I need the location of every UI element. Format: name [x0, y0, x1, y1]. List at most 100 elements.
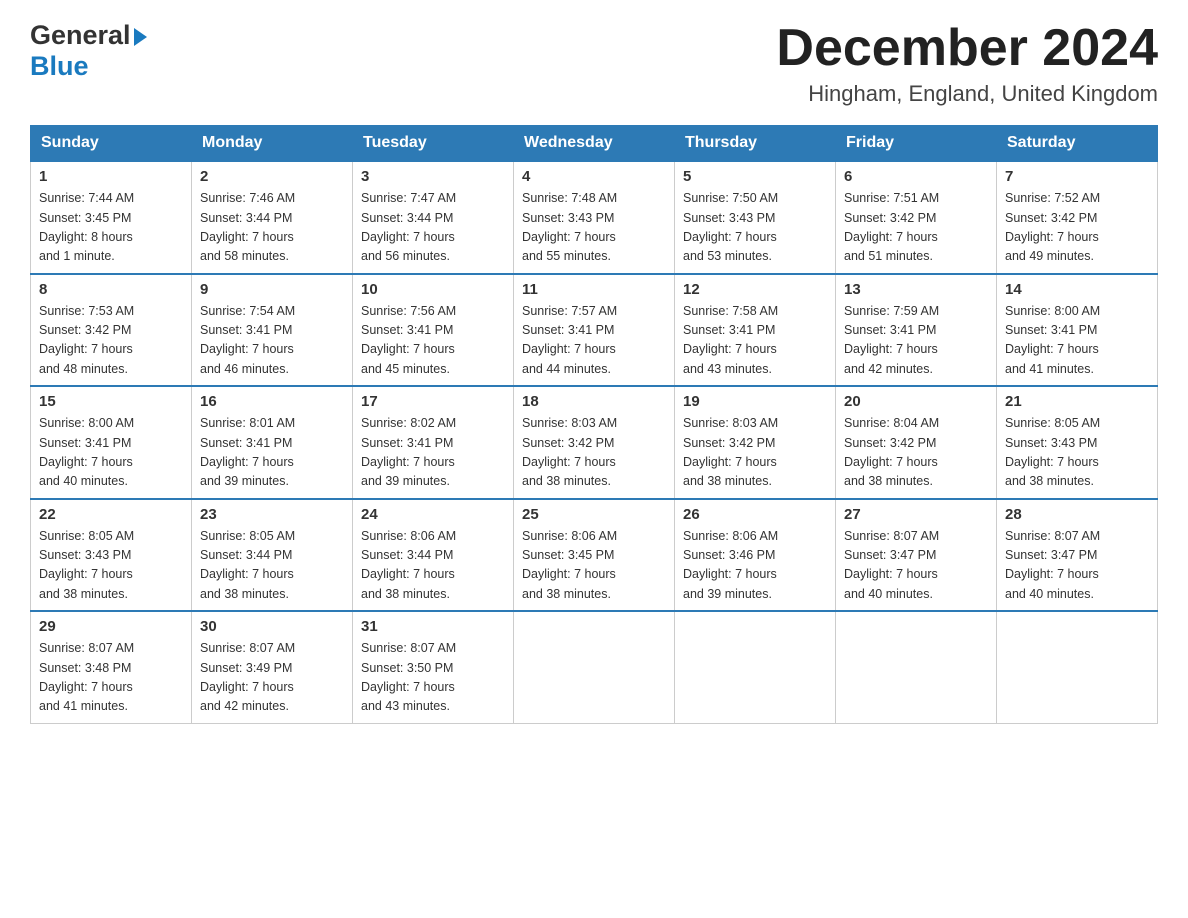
day-number: 5 [683, 168, 827, 185]
calendar-cell: 6 Sunrise: 7:51 AMSunset: 3:42 PMDayligh… [836, 161, 997, 274]
calendar-cell: 30 Sunrise: 8:07 AMSunset: 3:49 PMDaylig… [192, 611, 353, 723]
calendar-cell: 14 Sunrise: 8:00 AMSunset: 3:41 PMDaylig… [997, 274, 1158, 387]
calendar-cell: 21 Sunrise: 8:05 AMSunset: 3:43 PMDaylig… [997, 386, 1158, 499]
day-number: 8 [39, 281, 183, 298]
calendar-cell: 31 Sunrise: 8:07 AMSunset: 3:50 PMDaylig… [353, 611, 514, 723]
day-number: 3 [361, 168, 505, 185]
day-number: 10 [361, 281, 505, 298]
calendar-cell: 22 Sunrise: 8:05 AMSunset: 3:43 PMDaylig… [31, 499, 192, 612]
day-number: 11 [522, 281, 666, 298]
day-info: Sunrise: 8:06 AMSunset: 3:46 PMDaylight:… [683, 529, 778, 601]
day-number: 16 [200, 393, 344, 410]
day-info: Sunrise: 7:51 AMSunset: 3:42 PMDaylight:… [844, 191, 939, 263]
calendar-cell: 20 Sunrise: 8:04 AMSunset: 3:42 PMDaylig… [836, 386, 997, 499]
week-row-4: 22 Sunrise: 8:05 AMSunset: 3:43 PMDaylig… [31, 499, 1158, 612]
calendar-cell: 2 Sunrise: 7:46 AMSunset: 3:44 PMDayligh… [192, 161, 353, 274]
day-info: Sunrise: 7:58 AMSunset: 3:41 PMDaylight:… [683, 304, 778, 376]
calendar-cell: 11 Sunrise: 7:57 AMSunset: 3:41 PMDaylig… [514, 274, 675, 387]
week-row-3: 15 Sunrise: 8:00 AMSunset: 3:41 PMDaylig… [31, 386, 1158, 499]
day-info: Sunrise: 8:05 AMSunset: 3:44 PMDaylight:… [200, 529, 295, 601]
day-number: 23 [200, 506, 344, 523]
calendar-cell: 5 Sunrise: 7:50 AMSunset: 3:43 PMDayligh… [675, 161, 836, 274]
day-info: Sunrise: 8:06 AMSunset: 3:45 PMDaylight:… [522, 529, 617, 601]
day-number: 6 [844, 168, 988, 185]
day-number: 17 [361, 393, 505, 410]
day-info: Sunrise: 8:05 AMSunset: 3:43 PMDaylight:… [1005, 416, 1100, 488]
calendar-cell: 17 Sunrise: 8:02 AMSunset: 3:41 PMDaylig… [353, 386, 514, 499]
day-number: 20 [844, 393, 988, 410]
calendar-cell [675, 611, 836, 723]
calendar-cell: 25 Sunrise: 8:06 AMSunset: 3:45 PMDaylig… [514, 499, 675, 612]
day-info: Sunrise: 7:52 AMSunset: 3:42 PMDaylight:… [1005, 191, 1100, 263]
day-number: 22 [39, 506, 183, 523]
day-info: Sunrise: 7:47 AMSunset: 3:44 PMDaylight:… [361, 191, 456, 263]
calendar-cell: 24 Sunrise: 8:06 AMSunset: 3:44 PMDaylig… [353, 499, 514, 612]
day-info: Sunrise: 7:56 AMSunset: 3:41 PMDaylight:… [361, 304, 456, 376]
day-info: Sunrise: 8:00 AMSunset: 3:41 PMDaylight:… [1005, 304, 1100, 376]
day-number: 2 [200, 168, 344, 185]
logo-general-text: General [30, 20, 131, 51]
header-friday: Friday [836, 126, 997, 162]
day-number: 24 [361, 506, 505, 523]
day-info: Sunrise: 8:03 AMSunset: 3:42 PMDaylight:… [683, 416, 778, 488]
day-info: Sunrise: 8:07 AMSunset: 3:47 PMDaylight:… [1005, 529, 1100, 601]
day-number: 14 [1005, 281, 1149, 298]
day-info: Sunrise: 8:02 AMSunset: 3:41 PMDaylight:… [361, 416, 456, 488]
calendar-subtitle: Hingham, England, United Kingdom [776, 81, 1158, 107]
day-number: 30 [200, 618, 344, 635]
day-info: Sunrise: 8:07 AMSunset: 3:48 PMDaylight:… [39, 641, 134, 713]
day-info: Sunrise: 8:06 AMSunset: 3:44 PMDaylight:… [361, 529, 456, 601]
day-number: 12 [683, 281, 827, 298]
day-info: Sunrise: 7:50 AMSunset: 3:43 PMDaylight:… [683, 191, 778, 263]
calendar-header-row: SundayMondayTuesdayWednesdayThursdayFrid… [31, 126, 1158, 162]
calendar-cell [997, 611, 1158, 723]
calendar-cell: 19 Sunrise: 8:03 AMSunset: 3:42 PMDaylig… [675, 386, 836, 499]
calendar-cell: 9 Sunrise: 7:54 AMSunset: 3:41 PMDayligh… [192, 274, 353, 387]
calendar-cell: 15 Sunrise: 8:00 AMSunset: 3:41 PMDaylig… [31, 386, 192, 499]
header-thursday: Thursday [675, 126, 836, 162]
day-info: Sunrise: 8:00 AMSunset: 3:41 PMDaylight:… [39, 416, 134, 488]
calendar-title: December 2024 [776, 20, 1158, 77]
logo-blue-text: Blue [30, 51, 89, 81]
calendar-cell: 13 Sunrise: 7:59 AMSunset: 3:41 PMDaylig… [836, 274, 997, 387]
calendar-cell: 18 Sunrise: 8:03 AMSunset: 3:42 PMDaylig… [514, 386, 675, 499]
day-number: 1 [39, 168, 183, 185]
calendar-cell [836, 611, 997, 723]
day-info: Sunrise: 7:48 AMSunset: 3:43 PMDaylight:… [522, 191, 617, 263]
day-info: Sunrise: 8:01 AMSunset: 3:41 PMDaylight:… [200, 416, 295, 488]
calendar-cell: 12 Sunrise: 7:58 AMSunset: 3:41 PMDaylig… [675, 274, 836, 387]
day-info: Sunrise: 8:07 AMSunset: 3:49 PMDaylight:… [200, 641, 295, 713]
calendar-cell: 3 Sunrise: 7:47 AMSunset: 3:44 PMDayligh… [353, 161, 514, 274]
day-info: Sunrise: 7:44 AMSunset: 3:45 PMDaylight:… [39, 191, 134, 263]
header-wednesday: Wednesday [514, 126, 675, 162]
day-info: Sunrise: 7:53 AMSunset: 3:42 PMDaylight:… [39, 304, 134, 376]
calendar-cell: 1 Sunrise: 7:44 AMSunset: 3:45 PMDayligh… [31, 161, 192, 274]
day-number: 21 [1005, 393, 1149, 410]
day-info: Sunrise: 8:03 AMSunset: 3:42 PMDaylight:… [522, 416, 617, 488]
day-info: Sunrise: 8:05 AMSunset: 3:43 PMDaylight:… [39, 529, 134, 601]
day-number: 29 [39, 618, 183, 635]
calendar-cell: 8 Sunrise: 7:53 AMSunset: 3:42 PMDayligh… [31, 274, 192, 387]
header-monday: Monday [192, 126, 353, 162]
header-sunday: Sunday [31, 126, 192, 162]
day-number: 13 [844, 281, 988, 298]
day-number: 25 [522, 506, 666, 523]
header-tuesday: Tuesday [353, 126, 514, 162]
calendar-cell: 10 Sunrise: 7:56 AMSunset: 3:41 PMDaylig… [353, 274, 514, 387]
day-number: 4 [522, 168, 666, 185]
calendar-cell: 4 Sunrise: 7:48 AMSunset: 3:43 PMDayligh… [514, 161, 675, 274]
day-info: Sunrise: 7:59 AMSunset: 3:41 PMDaylight:… [844, 304, 939, 376]
day-number: 9 [200, 281, 344, 298]
day-info: Sunrise: 7:57 AMSunset: 3:41 PMDaylight:… [522, 304, 617, 376]
page-header: General Blue December 2024 Hingham, Engl… [30, 20, 1158, 107]
day-info: Sunrise: 8:04 AMSunset: 3:42 PMDaylight:… [844, 416, 939, 488]
header-saturday: Saturday [997, 126, 1158, 162]
day-number: 18 [522, 393, 666, 410]
calendar-cell: 7 Sunrise: 7:52 AMSunset: 3:42 PMDayligh… [997, 161, 1158, 274]
day-number: 27 [844, 506, 988, 523]
calendar-cell [514, 611, 675, 723]
calendar-cell: 29 Sunrise: 8:07 AMSunset: 3:48 PMDaylig… [31, 611, 192, 723]
week-row-2: 8 Sunrise: 7:53 AMSunset: 3:42 PMDayligh… [31, 274, 1158, 387]
calendar-cell: 16 Sunrise: 8:01 AMSunset: 3:41 PMDaylig… [192, 386, 353, 499]
day-info: Sunrise: 7:54 AMSunset: 3:41 PMDaylight:… [200, 304, 295, 376]
